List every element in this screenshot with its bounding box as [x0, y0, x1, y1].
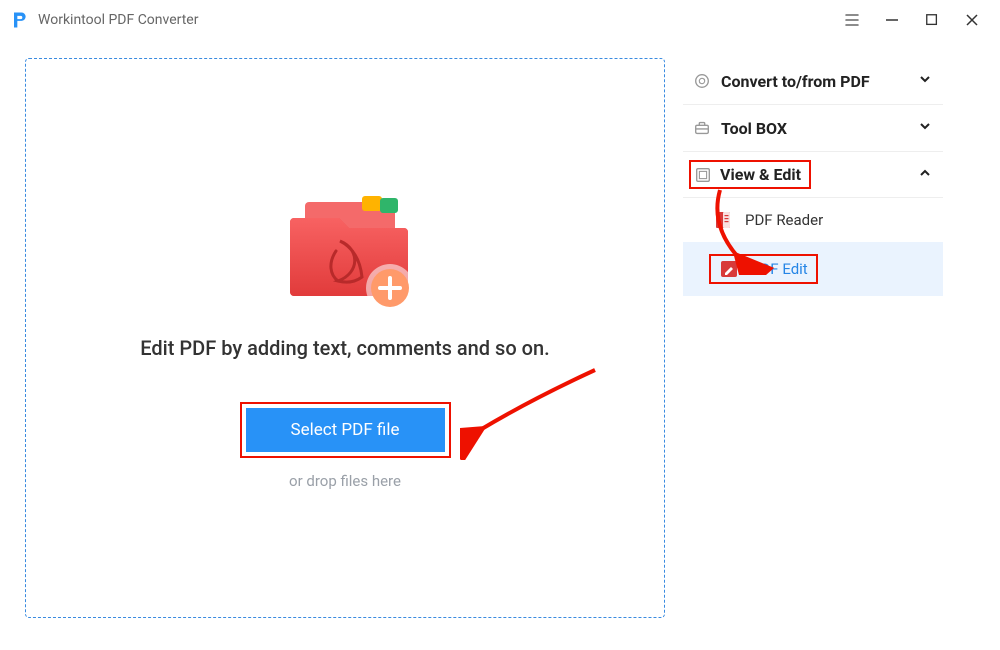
sidebar-item-viewedit[interactable]: View & Edit	[683, 152, 943, 198]
menu-icon[interactable]	[844, 12, 860, 28]
sidebar-sublabel-pdf-reader: PDF Reader	[745, 211, 823, 229]
sidebar-item-toolbox[interactable]: Tool BOX	[683, 105, 943, 152]
pdf-reader-icon	[713, 210, 733, 230]
maximize-icon[interactable]	[924, 12, 940, 28]
chevron-down-icon	[917, 71, 933, 91]
convert-icon	[693, 72, 711, 90]
pdf-folder-icon	[280, 196, 410, 306]
select-pdf-file-button[interactable]: Select PDF file	[246, 408, 445, 452]
dropzone-hint: or drop files here	[289, 472, 401, 490]
app-title: Workintool PDF Converter	[38, 12, 198, 28]
sidebar-label-viewedit: View & Edit	[720, 165, 801, 184]
dropzone[interactable]: Edit PDF by adding text, comments and so…	[25, 58, 665, 618]
sidebar-item-convert[interactable]: Convert to/from PDF	[683, 58, 943, 105]
titlebar: Workintool PDF Converter	[0, 0, 1000, 40]
sidebar: Convert to/from PDF Tool BOX View & Edit	[683, 58, 963, 612]
sidebar-label-toolbox: Tool BOX	[721, 119, 907, 138]
sidebar-sublabel-pdf-edit: PDF Edit	[751, 260, 808, 278]
annotation-highlight-select-button: Select PDF file	[240, 402, 451, 458]
chevron-down-icon	[917, 118, 933, 138]
sidebar-label-convert: Convert to/from PDF	[721, 72, 907, 91]
dropzone-title: Edit PDF by adding text, comments and so…	[140, 336, 549, 360]
app-logo-icon	[8, 9, 30, 31]
sidebar-subitem-pdf-reader[interactable]: PDF Reader	[683, 198, 943, 242]
annotation-highlight-pdf-edit: PDF Edit	[709, 254, 818, 284]
sidebar-subitem-pdf-edit[interactable]: PDF Edit	[683, 242, 943, 296]
pdf-edit-icon	[719, 259, 739, 279]
close-icon[interactable]	[964, 12, 980, 28]
view-edit-icon	[694, 166, 712, 184]
chevron-up-icon	[917, 165, 933, 185]
annotation-highlight-viewedit: View & Edit	[689, 160, 811, 189]
toolbox-icon	[693, 119, 711, 137]
sidebar-sublist-viewedit: PDF Reader PDF Edit	[683, 198, 943, 296]
minimize-icon[interactable]	[884, 12, 900, 28]
